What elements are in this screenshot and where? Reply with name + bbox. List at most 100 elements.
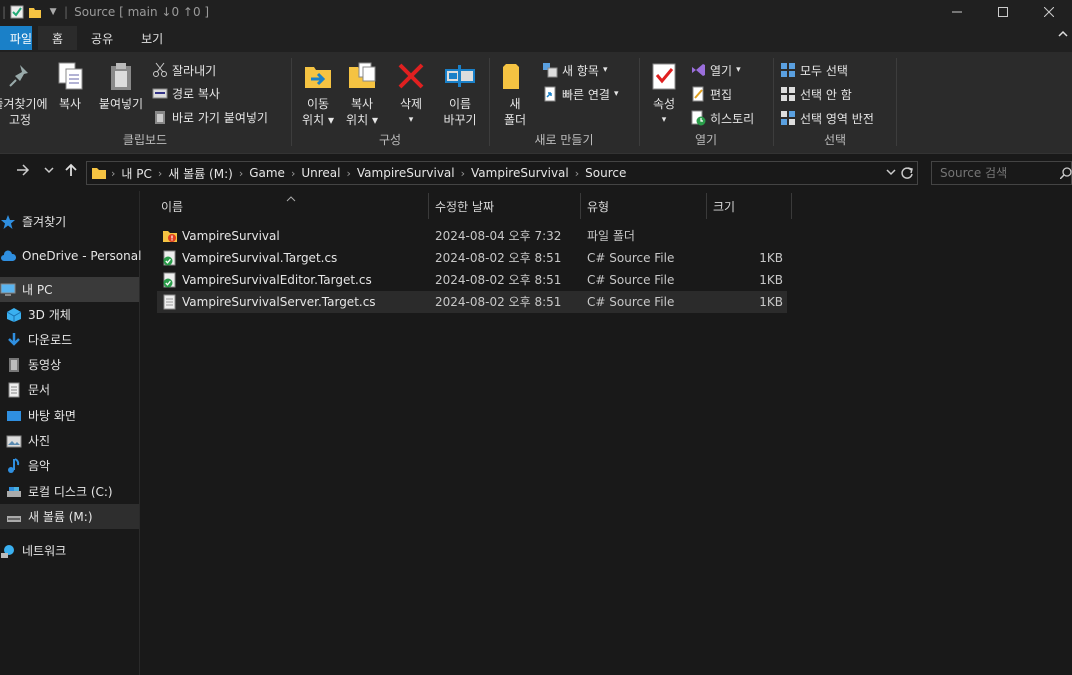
breadcrumb-vampiresurvival-2[interactable]: VampireSurvival xyxy=(471,166,569,180)
sidebar-label: 다운로드 xyxy=(28,333,73,347)
forward-arrow-icon[interactable] xyxy=(16,163,30,181)
breadcrumb-unreal[interactable]: Unreal xyxy=(301,166,340,180)
up-arrow-icon[interactable] xyxy=(64,163,78,181)
properties-dropdown-icon[interactable]: ▾ xyxy=(662,112,667,128)
delete-dropdown-icon[interactable]: ▾ xyxy=(409,112,414,128)
star-icon xyxy=(0,214,16,230)
sidebar-item-quick-access[interactable]: 즐겨찾기 xyxy=(0,209,139,234)
recent-locations-chevron-icon[interactable] xyxy=(44,163,54,181)
sidebar-item-documents[interactable]: 문서 xyxy=(0,377,139,402)
table-row[interactable]: VampireSurvivalEditor.Target.cs 2024-08-… xyxy=(157,269,787,291)
new-item-button[interactable]: 새 항목 ▾ xyxy=(542,60,607,80)
open-label: 열기 xyxy=(710,63,733,78)
column-header-modified[interactable]: 수정한 날짜 xyxy=(429,193,581,219)
sidebar-label: 3D 개체 xyxy=(28,308,71,322)
download-arrow-icon xyxy=(6,332,22,348)
tab-file[interactable]: 파일 xyxy=(0,26,32,50)
sidebar-item-network[interactable]: 네트워크 xyxy=(0,538,139,563)
tab-home[interactable]: 홈 xyxy=(38,26,78,50)
breadcrumb-separator[interactable]: › xyxy=(575,167,579,180)
copy-button[interactable]: 복사 xyxy=(52,60,88,112)
sidebar-item-desktop[interactable]: 바탕 화면 xyxy=(0,403,139,428)
address-dropdown-icon[interactable] xyxy=(885,166,897,181)
paste-button[interactable]: 붙여넣기 xyxy=(94,60,148,112)
sidebar-label: OneDrive - Personal xyxy=(22,248,142,263)
sidebar-label: 동영상 xyxy=(28,358,62,372)
sidebar-item-music[interactable]: 음악 xyxy=(0,453,139,478)
properties-button[interactable]: 속성 ▾ xyxy=(646,60,682,128)
copy-path-button[interactable]: 경로 복사 xyxy=(152,83,220,103)
breadcrumb-separator[interactable]: › xyxy=(239,167,243,180)
invert-selection-button[interactable]: 선택 영역 반전 xyxy=(780,108,874,128)
sidebar-label: 즐겨찾기 xyxy=(22,215,67,229)
column-header-name[interactable]: 이름 xyxy=(155,193,429,219)
file-modified: 2024-08-02 오후 8:51 xyxy=(435,273,562,287)
breadcrumb-separator[interactable]: › xyxy=(111,167,115,180)
copy-to-label-1: 복사 xyxy=(350,97,374,111)
file-size: 1KB xyxy=(759,273,783,287)
checkbox-icon[interactable] xyxy=(10,5,24,19)
breadcrumb-volume-m[interactable]: 새 볼륨 (M:) xyxy=(168,165,233,182)
chevron-up-icon[interactable] xyxy=(1058,28,1068,42)
drive-icon xyxy=(6,484,22,500)
minimize-button[interactable] xyxy=(934,0,980,24)
paste-shortcut-button[interactable]: 바로 가기 붙여넣기 xyxy=(152,107,268,127)
folder-quick-icon[interactable] xyxy=(28,5,42,19)
breadcrumb-separator[interactable]: › xyxy=(461,167,465,180)
select-all-button[interactable]: 모두 선택 xyxy=(780,60,848,80)
ribbon: 즐겨찾기에 고정 복사 붙여넣기 잘라내기 경로 복사 xyxy=(0,52,1072,154)
history-button[interactable]: 히스토리 xyxy=(690,108,754,128)
sidebar-item-local-disk-c[interactable]: 로컬 디스크 (C:) xyxy=(0,479,139,504)
sidebar-label: 음악 xyxy=(28,459,51,473)
new-group: 새 폴더 새 항목 ▾ 빠른 연결 ▾ 새로 만들기 xyxy=(490,56,638,152)
sidebar-item-downloads[interactable]: 다운로드 xyxy=(0,327,139,352)
sidebar-item-volume-m[interactable]: 새 볼륨 (M:) xyxy=(0,504,139,529)
file-modified: 2024-08-04 오후 7:32 xyxy=(435,229,562,243)
address-bar[interactable]: › 내 PC › 새 볼륨 (M:) › Game › Unreal › Vam… xyxy=(86,161,918,185)
breadcrumb-separator[interactable]: › xyxy=(347,167,351,180)
select-none-label: 선택 안 함 xyxy=(800,87,852,102)
refresh-icon[interactable] xyxy=(900,166,914,183)
breadcrumb-this-pc[interactable]: 내 PC xyxy=(121,165,151,182)
organize-group-label: 구성 xyxy=(378,133,402,147)
search-icon[interactable] xyxy=(1059,167,1072,182)
move-to-button[interactable]: 이동 위치 ▾ xyxy=(298,60,338,128)
sidebar-item-videos[interactable]: 동영상 xyxy=(0,352,139,377)
easy-access-button[interactable]: 빠른 연결 ▾ xyxy=(542,84,619,104)
table-row[interactable]: VampireSurvival 2024-08-04 오후 7:32 파일 폴더 xyxy=(157,225,787,247)
column-header-size[interactable]: 크기 xyxy=(707,193,792,219)
organize-group: 이동 위치 ▾ 복사 위치 ▾ 삭제 ▾ 이름 바꾸기 구성 xyxy=(292,56,488,152)
delete-button[interactable]: 삭제 ▾ xyxy=(394,60,428,128)
cs-file-icon xyxy=(162,294,178,313)
sidebar-item-3d-objects[interactable]: 3D 개체 xyxy=(0,302,139,327)
breadcrumb-source[interactable]: Source xyxy=(585,166,626,180)
search-input[interactable] xyxy=(931,161,1072,185)
select-none-button[interactable]: 선택 안 함 xyxy=(780,84,852,104)
open-button[interactable]: 열기 ▾ xyxy=(690,60,741,80)
maximize-button[interactable] xyxy=(980,0,1026,24)
rename-button[interactable]: 이름 바꾸기 xyxy=(438,60,482,128)
new-folder-button[interactable]: 새 폴더 xyxy=(498,60,532,128)
pin-icon xyxy=(4,60,36,92)
column-header-type[interactable]: 유형 xyxy=(581,193,707,219)
tab-view[interactable]: 보기 xyxy=(127,26,177,50)
edit-button[interactable]: 편집 xyxy=(690,84,732,104)
file-type: C# Source File xyxy=(587,273,675,287)
sidebar-item-this-pc[interactable]: 내 PC xyxy=(0,277,139,302)
cut-button[interactable]: 잘라내기 xyxy=(152,60,216,80)
sidebar-item-onedrive[interactable]: OneDrive - Personal xyxy=(0,243,142,268)
sidebar-item-pictures[interactable]: 사진 xyxy=(0,428,139,453)
title-separator-2: | xyxy=(64,5,69,19)
breadcrumb-game[interactable]: Game xyxy=(249,166,285,180)
table-row[interactable]: VampireSurvivalServer.Target.cs 2024-08-… xyxy=(157,291,787,313)
breadcrumb-vampiresurvival[interactable]: VampireSurvival xyxy=(357,166,455,180)
delete-label: 삭제 xyxy=(399,97,423,111)
tab-share[interactable]: 공유 xyxy=(77,26,127,50)
chevron-down-icon[interactable]: ▼ xyxy=(46,5,60,19)
table-row[interactable]: VampireSurvival.Target.cs 2024-08-02 오후 … xyxy=(157,247,787,269)
pin-to-quick-access-button[interactable]: 즐겨찾기에 고정 xyxy=(0,60,48,128)
copy-to-button[interactable]: 복사 위치 ▾ xyxy=(342,60,382,128)
breadcrumb-separator[interactable]: › xyxy=(291,167,295,180)
breadcrumb-separator[interactable]: › xyxy=(158,167,162,180)
close-button[interactable] xyxy=(1026,0,1072,24)
